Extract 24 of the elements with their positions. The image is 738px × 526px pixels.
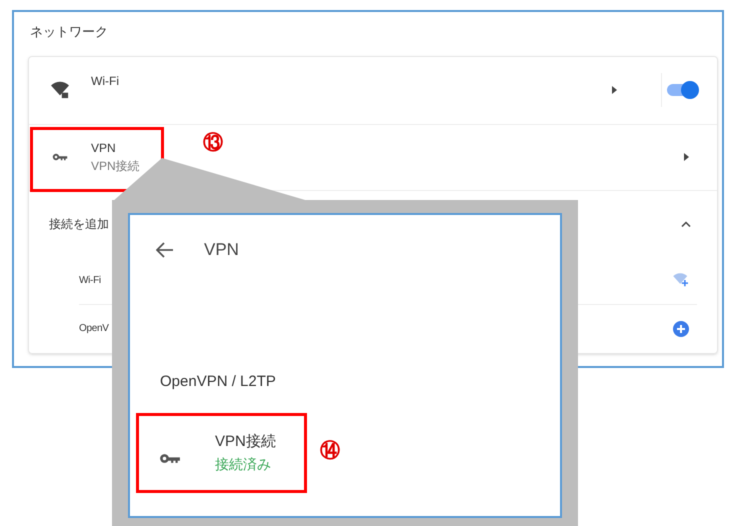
- group-heading: OpenVPN / L2TP: [160, 372, 276, 392]
- row-subtitle: VPN接続: [91, 158, 140, 175]
- entry-name: VPN接続: [215, 432, 276, 452]
- section-title: ネットワーク: [30, 23, 108, 41]
- chevron-icon[interactable]: [681, 220, 691, 226]
- wifi-lock-icon: [51, 81, 69, 99]
- add-item-label[interactable]: OpenV: [79, 321, 109, 336]
- row-title: VPN: [91, 140, 117, 157]
- entry-status: 接続済み: [215, 454, 272, 474]
- step-marker: ⑬: [203, 131, 223, 156]
- caret-icon[interactable]: [612, 86, 617, 94]
- add-circle-icon[interactable]: [673, 320, 689, 336]
- wifi-add-icon[interactable]: [673, 273, 689, 287]
- screen-title: VPN: [204, 239, 239, 261]
- back-arrow-icon[interactable]: [156, 242, 174, 258]
- row-title: Wi-Fi: [91, 73, 119, 90]
- vpn-entry[interactable]: VPN接続 接続済み: [136, 413, 307, 493]
- step-marker: ⑭: [320, 439, 340, 464]
- toggle-switch[interactable]: [667, 84, 697, 96]
- key-icon: [159, 452, 181, 464]
- caret-icon[interactable]: [684, 153, 689, 161]
- section-header: 接続を追加: [49, 216, 109, 232]
- add-item-label[interactable]: Wi-Fi: [79, 272, 101, 288]
- key-icon: [52, 153, 68, 161]
